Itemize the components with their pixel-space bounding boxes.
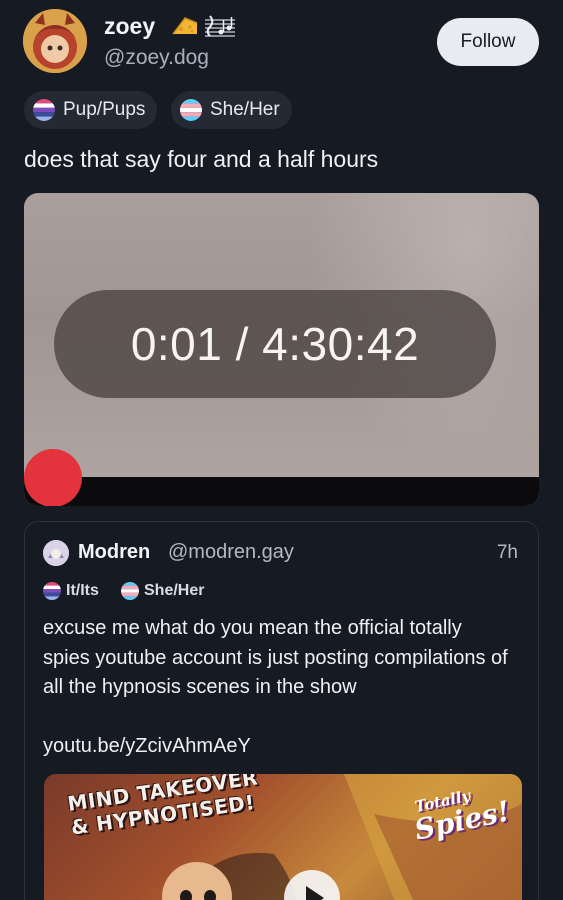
character-eye <box>204 890 216 900</box>
handle[interactable]: @zoey.dog <box>104 46 209 70</box>
pride-flag-icon <box>121 582 139 600</box>
pronoun-label: Pup/Pups <box>63 99 146 120</box>
display-name[interactable]: zoey <box>104 13 155 40</box>
show-logo: Totally Spies! <box>411 787 512 847</box>
progress-scrubber[interactable] <box>24 449 82 506</box>
quoted-text: excuse me what do you mean the official … <box>43 617 508 698</box>
pride-flag-icon <box>33 99 55 121</box>
avatar[interactable] <box>23 9 87 73</box>
post-text: does that say four and a half hours <box>24 146 379 172</box>
quoted-post[interactable]: Modren @modren.gay 7h It/Its She/Her exc… <box>24 521 539 900</box>
music-notes-icon <box>205 15 235 37</box>
cheese-icon <box>172 17 198 35</box>
follow-button[interactable]: Follow <box>437 18 539 66</box>
quoted-handle[interactable]: @modren.gay <box>168 541 294 564</box>
video-player[interactable]: 0:01 / 4:30:42 <box>24 193 539 506</box>
quoted-timestamp: 7h <box>496 542 518 563</box>
quoted-display-name[interactable]: Modren <box>78 541 150 564</box>
post: zoey @zoey.dog Follow Pup/Pups She/Her d… <box>0 0 563 900</box>
video-thumbnail[interactable]: MIND TAKEOVER & HYPNOTISED! Totally Spie… <box>44 774 522 900</box>
play-button[interactable] <box>284 870 340 900</box>
pronoun-label: She/Her <box>210 99 280 120</box>
progress-bar[interactable] <box>24 477 539 506</box>
pronoun-label: She/Her <box>144 582 205 599</box>
quoted-pronoun-tag-2: She/Her <box>121 582 204 600</box>
pronoun-chip-1: Pup/Pups <box>24 91 158 129</box>
pronoun-label: It/Its <box>66 582 99 599</box>
pronoun-chip-2: She/Her <box>171 91 292 129</box>
pride-flag-icon <box>43 582 61 600</box>
timecode: 0:01 / 4:30:42 <box>54 290 496 398</box>
pride-flag-icon <box>180 99 202 121</box>
quoted-link[interactable]: youtu.be/yZcivAhmAeY <box>43 735 251 758</box>
character-eye <box>180 890 192 900</box>
play-icon <box>306 886 324 900</box>
quoted-pronoun-tag-1: It/Its <box>43 582 99 600</box>
name-emojis <box>171 14 237 40</box>
quoted-avatar[interactable] <box>43 540 69 566</box>
